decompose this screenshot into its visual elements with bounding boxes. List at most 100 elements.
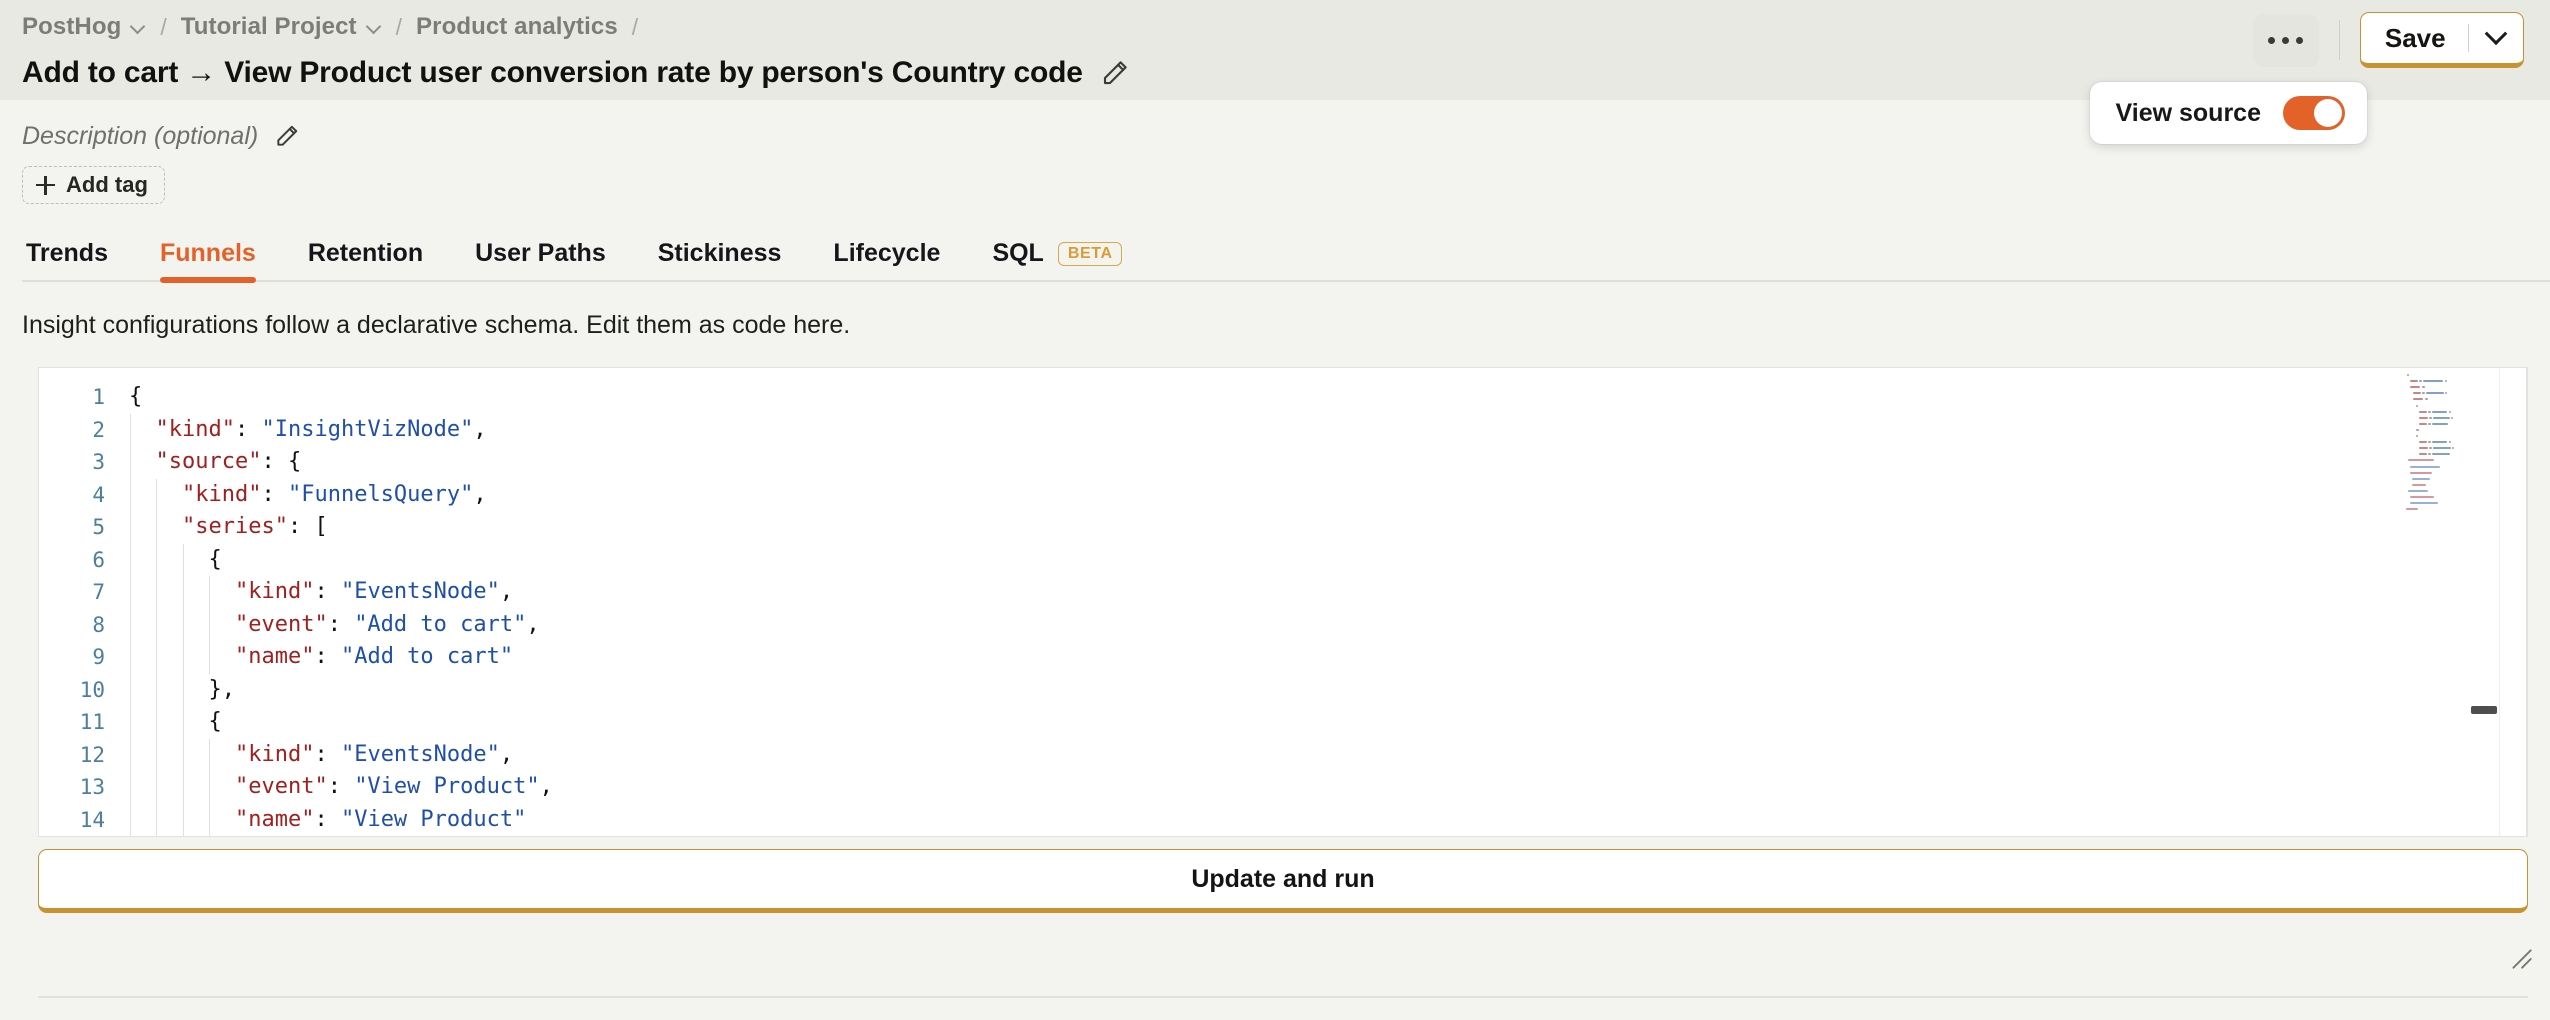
tab-label: Trends — [26, 239, 108, 267]
code-token-key: "kind" — [234, 741, 315, 767]
code-line[interactable]: }, — [117, 674, 2527, 707]
line-number: 12 — [79, 742, 105, 767]
code-token-key: "name" — [234, 644, 315, 669]
resize-grip-icon[interactable] — [2508, 946, 2534, 972]
code-token-punct: , — [499, 741, 514, 767]
code-token-key: "kind" — [155, 416, 235, 442]
chevron-down-icon[interactable] — [366, 19, 382, 35]
code-token-punct: , — [473, 416, 487, 442]
code-token-key: "event" — [234, 774, 328, 799]
line-number: 13 — [79, 775, 105, 799]
line-number: 6 — [92, 547, 105, 572]
tab-user-paths[interactable]: User Paths — [449, 239, 632, 280]
code-line[interactable]: "kind": "EventsNode", — [117, 576, 2527, 609]
code-line[interactable]: { — [117, 544, 2527, 577]
line-number: 9 — [92, 645, 105, 669]
code-token-punct: }, — [208, 676, 235, 702]
editor-right-border — [2526, 368, 2527, 836]
ellipsis-icon-dot — [2268, 36, 2276, 44]
tab-trends[interactable]: Trends — [22, 239, 134, 280]
code-line[interactable]: "kind": "InsightVizNode", — [117, 414, 2527, 447]
view-source-label: View source — [2115, 98, 2261, 127]
breadcrumb-separator: / — [631, 13, 639, 40]
add-tag-button[interactable]: Add tag — [22, 166, 165, 204]
ellipsis-icon-dot — [2296, 36, 2304, 44]
code-token-punct: : — [314, 579, 341, 604]
code-line[interactable]: "event": "Add to cart", — [117, 609, 2527, 642]
tab-lifecycle[interactable]: Lifecycle — [807, 239, 966, 280]
add-tag-label: Add tag — [66, 172, 148, 197]
code-token-str: "FunnelsQuery" — [287, 481, 474, 507]
code-line[interactable]: "kind": "EventsNode", — [117, 739, 2527, 772]
line-number: 14 — [79, 807, 105, 832]
code-token-punct: : — [261, 481, 288, 507]
save-button[interactable]: Save — [2361, 13, 2468, 63]
page-bottom-divider — [38, 996, 2528, 998]
code-line[interactable]: "name": "View Product" — [117, 804, 2527, 837]
tab-label: User Paths — [475, 239, 606, 267]
breadcrumb-item-product-analytics[interactable]: Product analytics — [416, 13, 618, 41]
code-line[interactable]: "source": { — [117, 446, 2527, 479]
page-title: Add to cart → View Product user conversi… — [22, 56, 1083, 89]
code-token-key: "name" — [234, 806, 315, 832]
breadcrumb-item-posthog[interactable]: PostHog — [22, 13, 146, 41]
line-number: 7 — [92, 580, 105, 604]
tab-label: SQL — [992, 239, 1044, 267]
breadcrumb: PostHog / Tutorial Project / Product ana… — [0, 10, 2550, 44]
tab-sql[interactable]: SQL BETA — [966, 239, 1147, 280]
code-line[interactable]: "event": "View Product", — [117, 771, 2527, 804]
more-options-button[interactable] — [2252, 13, 2319, 67]
view-source-toggle[interactable] — [2283, 96, 2345, 130]
line-number: 11 — [79, 710, 105, 734]
save-dropdown-chevron-down-icon[interactable] — [2469, 13, 2523, 63]
editor-vertical-scrollbar[interactable] — [2499, 368, 2527, 836]
update-and-run-button[interactable]: Update and run — [38, 849, 2528, 913]
code-line[interactable]: "series": [ — [117, 511, 2527, 544]
line-number: 4 — [92, 482, 105, 507]
breadcrumb-label: PostHog — [22, 13, 122, 40]
plus-icon — [36, 175, 55, 195]
code-token-key: "kind" — [234, 579, 315, 604]
breadcrumb-label: Tutorial Project — [180, 13, 357, 40]
code-token-str: "View Product" — [340, 806, 527, 832]
code-token-key: "series" — [181, 514, 288, 539]
tab-label: Retention — [307, 239, 424, 267]
header-actions: Save — [2252, 12, 2524, 68]
tab-stickiness[interactable]: Stickiness — [632, 239, 808, 280]
tab-retention[interactable]: Retention — [282, 239, 449, 280]
tab-funnels[interactable]: Funnels — [134, 239, 282, 283]
editor-code-area[interactable]: { "kind": "InsightVizNode", "source": { … — [117, 368, 2527, 836]
code-line[interactable]: "kind": "FunnelsQuery", — [117, 479, 2527, 512]
code-token-str: "EventsNode" — [340, 579, 500, 604]
code-token-punct: : { — [261, 449, 302, 474]
code-token-punct: : — [314, 644, 341, 669]
edit-title-pencil-icon[interactable] — [1100, 58, 1130, 88]
save-button-group[interactable]: Save — [2359, 12, 2524, 68]
code-token-str: "EventsNode" — [340, 741, 500, 767]
tab-beta-badge: BETA — [1057, 241, 1122, 266]
code-line[interactable]: "name": "Add to cart" — [117, 641, 2527, 674]
code-token-str: "InsightVizNode" — [261, 416, 474, 442]
code-line[interactable]: { — [117, 381, 2527, 414]
chevron-down-icon[interactable] — [130, 19, 146, 35]
tabs-list: Trends Funnels Retention User Paths Stickine… — [22, 226, 2550, 283]
line-number: 8 — [92, 612, 105, 637]
code-line[interactable]: { — [117, 706, 2527, 739]
edit-description-pencil-icon[interactable] — [274, 123, 300, 149]
code-token-punct: : — [314, 806, 341, 832]
query-source-editor[interactable]: 1 2 3 4 5 6 7 8 9 10 11 12 13 14 { "kind": "InsightVi… — [38, 367, 2528, 837]
tab-label: Lifecycle — [833, 239, 941, 267]
code-token-key: "kind" — [181, 481, 262, 507]
editor-horizontal-scrollbar-thumb[interactable] — [2471, 706, 2497, 714]
code-token-str: "Add to cart" — [354, 611, 527, 637]
breadcrumb-item-tutorial-project[interactable]: Tutorial Project — [181, 13, 382, 41]
breadcrumb-separator: / — [395, 13, 403, 40]
code-token-punct: : — [327, 774, 355, 799]
